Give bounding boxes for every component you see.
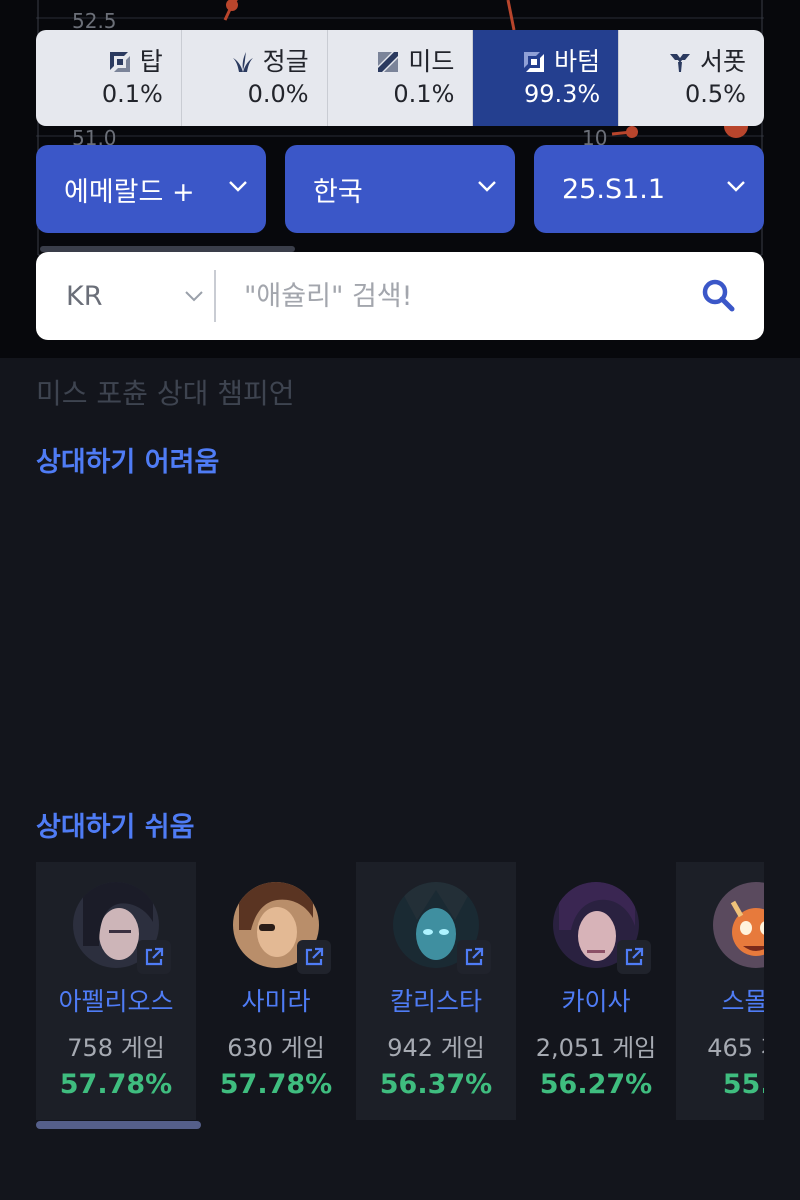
champion-name[interactable]: 사미라 — [241, 982, 310, 1018]
lane-tab-support[interactable]: 서폿 0.5% — [619, 30, 764, 126]
jungle-lane-icon — [232, 52, 253, 72]
lane-label-mid: 미드 — [408, 47, 455, 76]
easy-matchups-title: 상대하기 쉬움 — [36, 812, 195, 843]
external-link-icon[interactable] — [457, 940, 491, 974]
lane-label-jungle: 정글 — [262, 47, 309, 76]
lane-pct-jungle: 0.0% — [247, 80, 309, 108]
search-button[interactable] — [674, 252, 764, 340]
support-lane-icon — [669, 54, 690, 72]
search-icon — [702, 279, 735, 312]
champion-card-smolder[interactable]: 스몰더 465 게임 55.0 — [676, 862, 764, 1120]
champion-name[interactable]: 스몰더 — [721, 982, 764, 1018]
horizontal-scrollbar[interactable] — [36, 1121, 201, 1129]
avatar — [553, 882, 651, 974]
server-dropdown-value: 한국 — [313, 176, 363, 208]
win-rate: 56.27% — [539, 1069, 653, 1100]
champion-name[interactable]: 칼리스타 — [390, 982, 482, 1018]
hard-matchups-title: 상대하기 어려움 — [36, 447, 220, 478]
lane-label-bottom: 바텀 — [554, 47, 601, 76]
games-count: 630 게임 — [227, 1034, 325, 1062]
champion-card-aphelios[interactable]: 아펠리오스 758 게임 57.78% — [36, 862, 196, 1120]
avatar — [713, 882, 764, 968]
lane-tab-mid[interactable]: 미드 0.1% — [328, 30, 474, 126]
search-bar: KR — [36, 252, 764, 340]
games-count: 465 게임 — [707, 1034, 764, 1062]
lane-label-top: 탑 — [139, 47, 163, 76]
games-count: 2,051 게임 — [535, 1034, 657, 1062]
champion-portrait-smolder — [713, 882, 764, 968]
champion-name[interactable]: 카이사 — [561, 982, 630, 1018]
avatar — [393, 882, 491, 974]
lane-pct-support: 0.5% — [685, 80, 746, 108]
win-rate: 57.78% — [219, 1069, 333, 1100]
champion-card-samira[interactable]: 사미라 630 게임 57.78% — [196, 862, 356, 1120]
champion-name[interactable]: 아펠리오스 — [58, 982, 173, 1018]
lane-selector: 탑 0.1% 정글 0.0% 미드 0.1% 바텀 99.3% 서폿 0.5% — [36, 30, 764, 126]
bottom-lane-icon — [524, 52, 545, 72]
patch-dropdown-value: 25.S1.1 — [562, 173, 666, 205]
games-count: 758 게임 — [67, 1034, 165, 1062]
lane-tab-jungle[interactable]: 정글 0.0% — [182, 30, 328, 126]
chevron-down-icon — [185, 291, 203, 302]
tier-dropdown-value: 에메랄드 + — [64, 176, 195, 208]
avatar — [233, 882, 331, 974]
lane-tab-top[interactable]: 탑 0.1% — [36, 30, 182, 126]
matchup-section-title: 미스 포츈 상대 챔피언 — [36, 377, 295, 410]
lane-pct-top: 0.1% — [101, 80, 163, 108]
easy-matchups-list: 아펠리오스 758 게임 57.78% 사미라 630 게임 57.78% 칼리… — [36, 862, 764, 1122]
champion-card-kaisa[interactable]: 카이사 2,051 게임 56.27% — [516, 862, 676, 1120]
external-link-icon[interactable] — [617, 940, 651, 974]
games-count: 942 게임 — [387, 1034, 485, 1062]
chevron-down-icon — [478, 181, 496, 192]
tier-dropdown[interactable]: 에메랄드 + — [36, 145, 266, 233]
win-rate: 56.37% — [379, 1069, 493, 1100]
server-dropdown[interactable]: 한국 — [285, 145, 515, 233]
external-link-icon[interactable] — [137, 940, 171, 974]
champion-card-kalista[interactable]: 칼리스타 942 게임 56.37% — [356, 862, 516, 1120]
lane-pct-mid: 0.1% — [393, 80, 455, 108]
external-link-icon[interactable] — [297, 940, 331, 974]
chevron-down-icon — [229, 181, 247, 192]
top-lane-icon — [109, 52, 130, 72]
lane-pct-bottom: 99.3% — [523, 80, 601, 108]
mid-lane-icon — [378, 52, 399, 72]
lane-tab-bottom[interactable]: 바텀 99.3% — [473, 30, 620, 126]
search-input[interactable] — [216, 252, 674, 340]
search-region-select[interactable]: KR — [36, 252, 214, 340]
win-rate: 55.0 — [722, 1069, 764, 1100]
win-rate: 57.78% — [59, 1069, 173, 1100]
chevron-down-icon — [727, 181, 745, 192]
lane-label-support: 서폿 — [699, 47, 746, 76]
filter-header: 52.5 51.0 10 탑 0.1% 정글 0.0% 미드 0.1% 바텀 9… — [0, 0, 800, 358]
search-region-value: KR — [66, 280, 103, 312]
patch-dropdown[interactable]: 25.S1.1 — [534, 145, 764, 233]
avatar — [73, 882, 171, 974]
